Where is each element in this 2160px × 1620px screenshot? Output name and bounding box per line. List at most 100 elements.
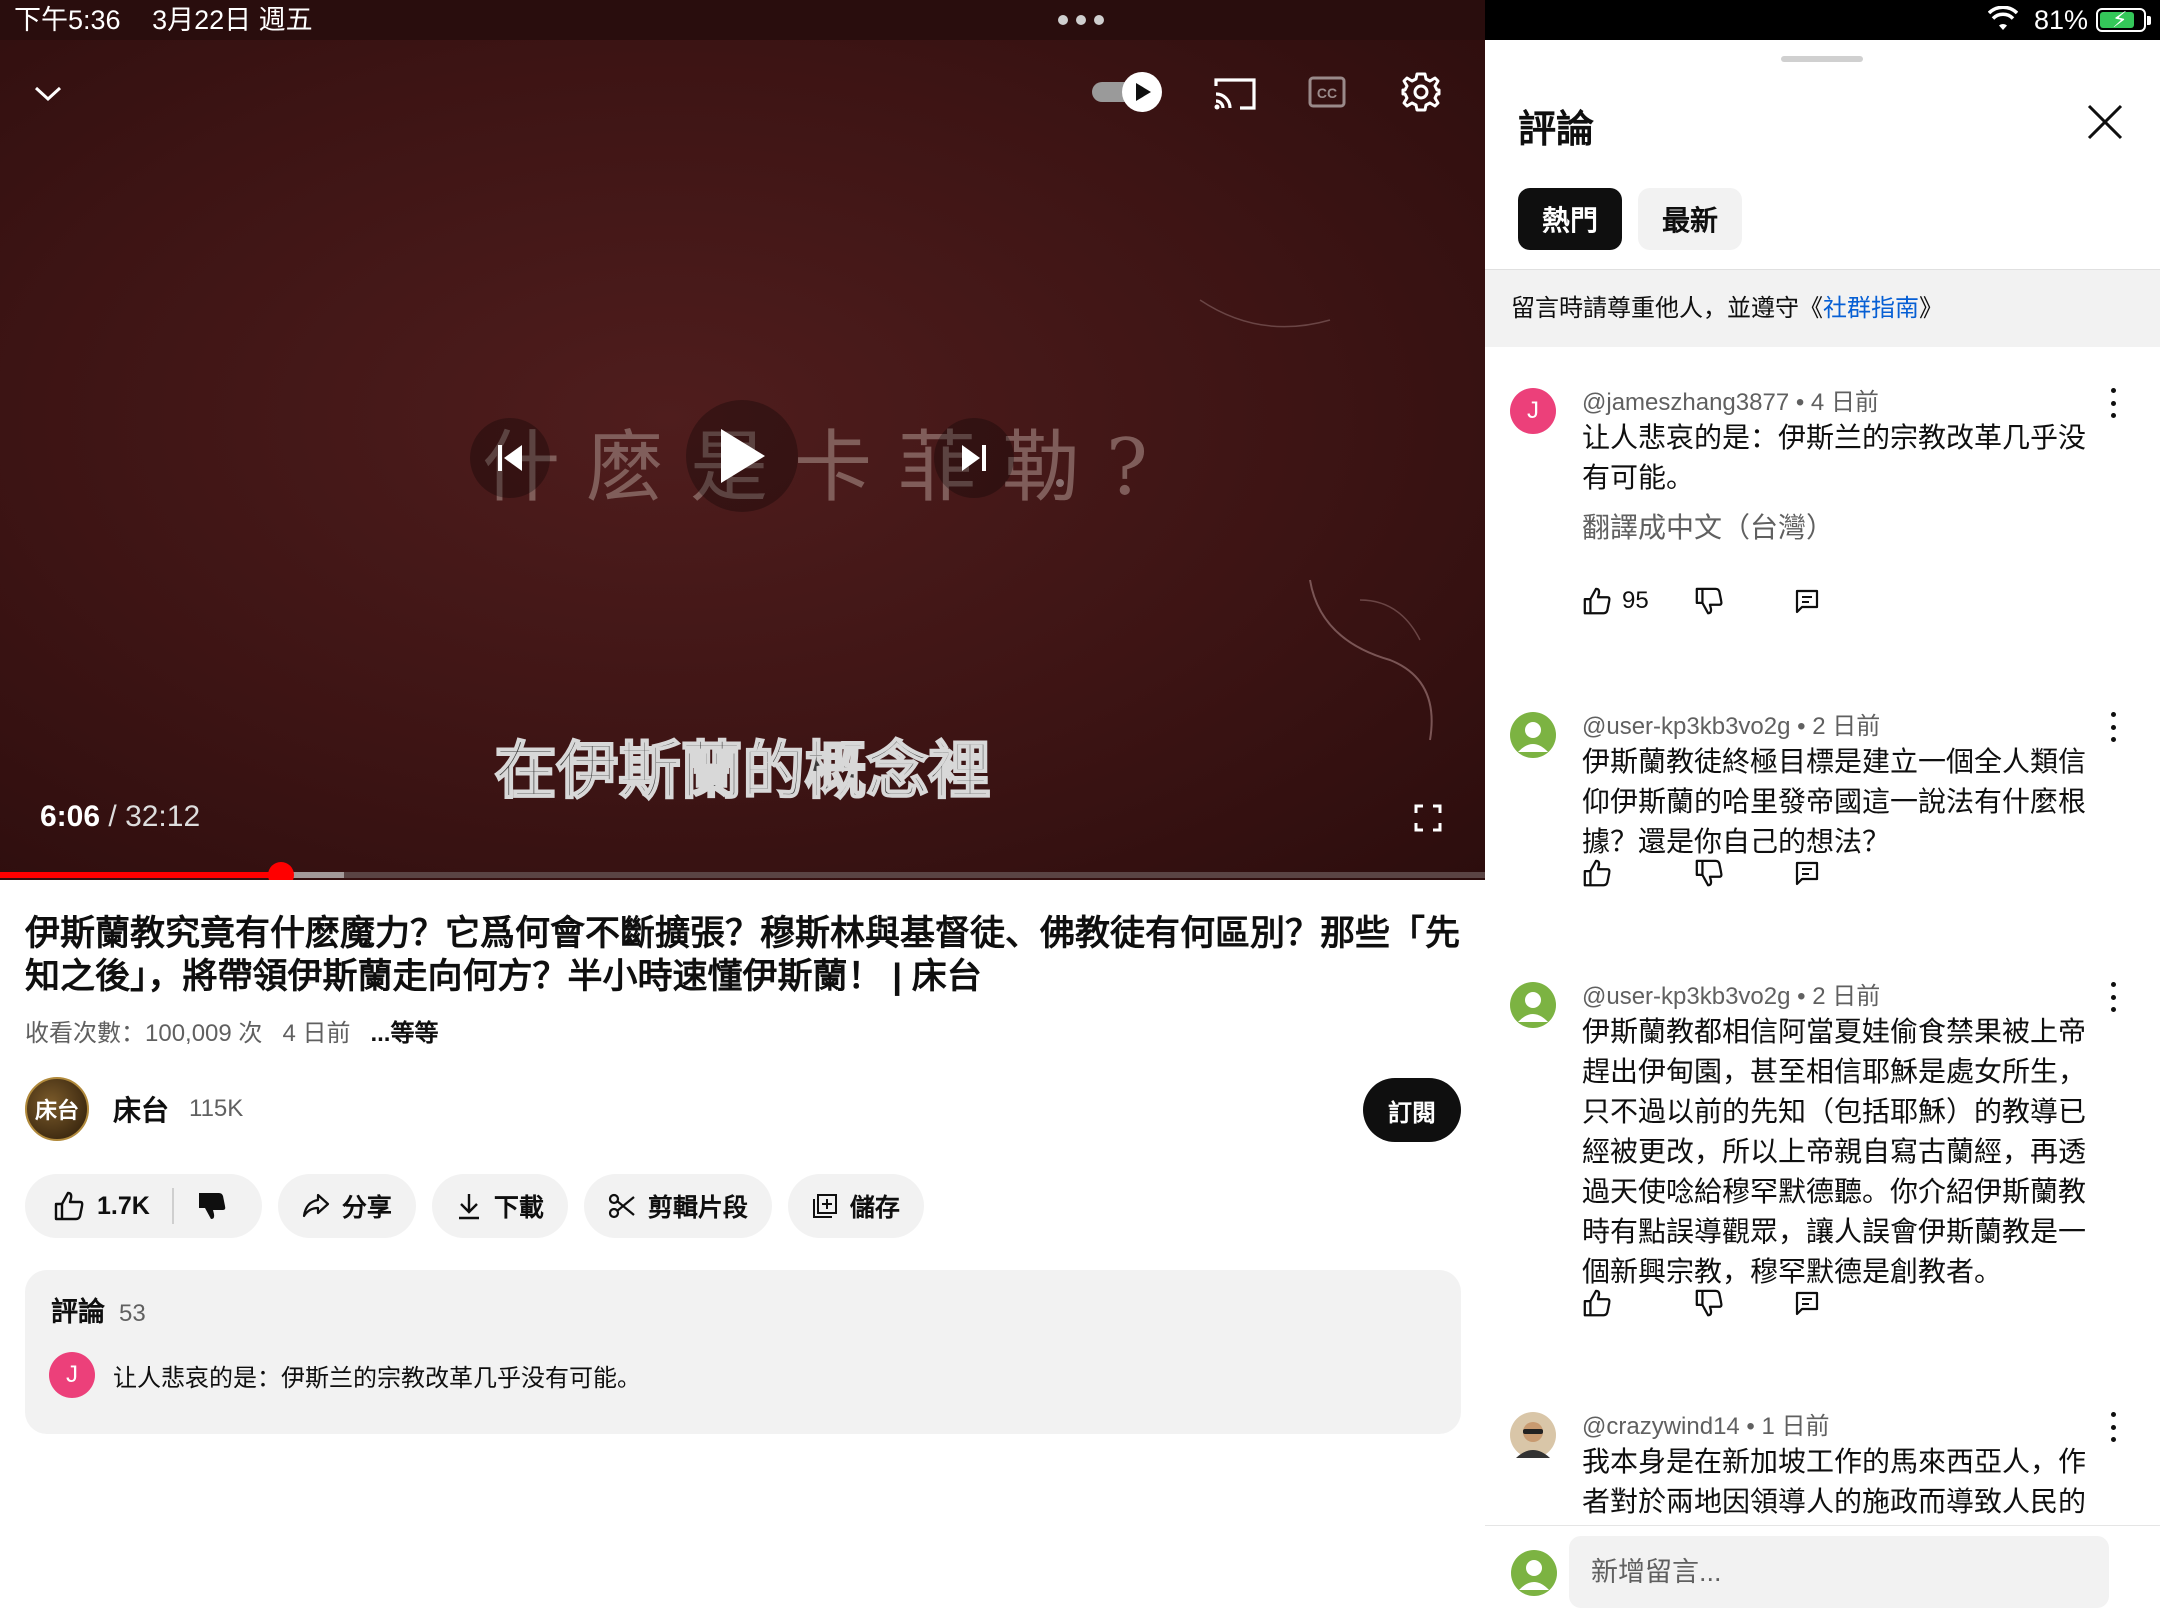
reply-icon: [1795, 861, 1819, 886]
play-icon: [721, 429, 765, 483]
battery-icon: ⚡: [2096, 7, 2151, 32]
comment-reply-button[interactable]: [1794, 860, 1820, 886]
video-subtitle: 在伊斯蘭的概念裡: [493, 736, 991, 807]
translate-link[interactable]: 翻譯成中文（台灣）: [1582, 506, 1834, 546]
like-count[interactable]: 1.7K: [97, 1192, 150, 1221]
comment-dislike-button[interactable]: [1694, 586, 1794, 616]
add-comment-bar: 新增留言...: [1485, 1525, 2160, 1620]
avatar[interactable]: [1510, 712, 1556, 758]
comment-count: 53: [119, 1300, 146, 1327]
view-count: 收看次數：100,009 次: [25, 1020, 263, 1047]
chip-newest[interactable]: 最新: [1638, 188, 1743, 250]
battery-percent: 81%: [2033, 5, 2088, 35]
download-button[interactable]: 下載: [431, 1174, 568, 1238]
play-button[interactable]: [686, 400, 798, 512]
default-avatar-icon: [1518, 722, 1548, 752]
played-bar: [0, 872, 282, 878]
guidelines-link[interactable]: 社群指南: [1823, 295, 1919, 322]
channel-name[interactable]: 床台: [113, 1089, 169, 1129]
thumbs-up-icon: [54, 1191, 84, 1221]
comment-reply-button[interactable]: [1794, 1290, 1820, 1316]
status-bar: 下午5:36 3月22日 週五 81% ⚡: [0, 0, 2160, 40]
comment-handle[interactable]: @user-kp3kb3vo2g: [1582, 713, 1790, 740]
avatar[interactable]: J: [1510, 388, 1556, 434]
comment-handle[interactable]: @jameszhang3877: [1582, 389, 1789, 416]
share-button[interactable]: 分享: [277, 1174, 416, 1238]
subscribe-button[interactable]: 訂閱: [1363, 1078, 1461, 1142]
download-icon: [458, 1194, 479, 1220]
video-title[interactable]: 伊斯蘭教究竟有什麽魔力？它爲何會不斷擴張？穆斯林與基督徒、佛教徒有何區別？那些「…: [25, 912, 1465, 998]
upload-age: 4 日前: [282, 1020, 351, 1047]
channel-avatar[interactable]: 床台: [25, 1077, 89, 1141]
like-button[interactable]: [53, 1190, 85, 1222]
comment-text: 我本身是在新加坡工作的馬來西亞人，作者對於兩地因領導人的施政而導致人民的: [1582, 1446, 2087, 1517]
comment-reply-button[interactable]: [1794, 588, 1820, 614]
thumbs-up-icon: [1583, 1289, 1611, 1317]
comment-age: 2 日前: [1812, 983, 1881, 1010]
captions-icon: CC: [1308, 76, 1346, 108]
close-icon: [2087, 104, 2123, 140]
clip-button[interactable]: 剪輯片段: [583, 1174, 772, 1238]
settings-button[interactable]: [1399, 70, 1443, 114]
avatar: J: [49, 1352, 95, 1398]
comment-age: 4 日前: [1810, 389, 1879, 416]
add-comment-input[interactable]: 新增留言...: [1569, 1536, 2109, 1608]
dislike-button[interactable]: [196, 1190, 228, 1222]
community-notice: 留言時請尊重他人，並遵守《社群指南》: [1485, 270, 2160, 347]
previous-button[interactable]: [470, 418, 550, 498]
comment-handle[interactable]: @user-kp3kb3vo2g: [1582, 983, 1790, 1010]
channel-row[interactable]: 床台 床台 115K: [25, 1077, 243, 1141]
comment-dislike-button[interactable]: [1694, 858, 1794, 888]
default-avatar-icon: [1518, 992, 1548, 1022]
reply-icon: [1795, 1291, 1819, 1316]
subscriber-count: 115K: [189, 1095, 244, 1122]
comment-like-button[interactable]: [1582, 858, 1694, 888]
comment-handle[interactable]: @crazywind14: [1582, 1413, 1740, 1440]
next-button[interactable]: [934, 418, 1014, 498]
video-meta[interactable]: 收看次數：100,009 次 4 日前 ...等等: [25, 1013, 438, 1048]
comment-menu-button[interactable]: [2105, 982, 2121, 1012]
captions-button[interactable]: CC: [1307, 74, 1347, 110]
sort-chips: 熱門 最新: [1518, 188, 1758, 250]
drag-handle[interactable]: [1781, 56, 1863, 62]
comment-menu-button[interactable]: [2105, 1412, 2121, 1442]
panel-title: 評論: [1518, 109, 1595, 151]
action-bar: 1.7K 分享 下載 剪輯片段 儲存: [25, 1174, 940, 1238]
time-display: 6:06 / 32:12: [40, 800, 201, 833]
comment-age: 1 日前: [1761, 1413, 1830, 1440]
avatar[interactable]: [1510, 1412, 1556, 1458]
autoplay-toggle-icon: [1092, 72, 1162, 112]
comment-like-count: 95: [1622, 587, 1649, 614]
preview-comment-text: 让人悲哀的是：伊斯兰的宗教改革几乎没有可能。: [113, 1364, 641, 1392]
multitasking-dots-icon[interactable]: [1058, 0, 1104, 40]
fullscreen-button[interactable]: [1412, 802, 1444, 834]
comment-dislike-button[interactable]: [1694, 1288, 1794, 1318]
video-player[interactable]: 什麽是卡菲勒? CC 在伊斯蘭的概念裡 6:06 / 32:12: [0, 40, 1485, 880]
chip-top[interactable]: 熱門: [1518, 188, 1623, 250]
comment-text: 让人悲哀的是：伊斯兰的宗教改革几乎没有可能。: [1582, 422, 2087, 493]
comment-like-button[interactable]: [1582, 1288, 1694, 1318]
comment-menu-button[interactable]: [2105, 388, 2121, 418]
comment-menu-button[interactable]: [2105, 712, 2121, 742]
save-button[interactable]: 儲存: [787, 1174, 924, 1238]
comments-preview-card[interactable]: 評論 53 J 让人悲哀的是：伊斯兰的宗教改革几乎没有可能。: [25, 1270, 1461, 1434]
progress-bar[interactable]: [0, 862, 1485, 880]
close-button[interactable]: [2083, 100, 2127, 144]
comments-label: 評論: [51, 1297, 105, 1327]
chevron-down-icon: [34, 86, 62, 102]
reply-icon: [1795, 589, 1819, 614]
default-avatar-icon: [1519, 1560, 1549, 1590]
comment-like-button[interactable]: 95: [1582, 586, 1694, 616]
minimize-button[interactable]: [30, 76, 66, 112]
svg-text:CC: CC: [1317, 85, 1337, 101]
cast-button[interactable]: [1212, 74, 1260, 114]
status-time: 下午5:36: [14, 5, 121, 35]
video-frame-title: 什麽是卡菲勒?: [482, 423, 1174, 513]
comment-age: 2 日前: [1812, 713, 1881, 740]
thumbs-up-icon: [1583, 859, 1611, 887]
previous-icon: [498, 445, 522, 471]
avatar[interactable]: [1510, 982, 1556, 1028]
more-link[interactable]: ...等等: [370, 1020, 438, 1047]
status-date: 3月22日 週五: [152, 5, 313, 35]
autoplay-toggle[interactable]: [1090, 70, 1166, 114]
